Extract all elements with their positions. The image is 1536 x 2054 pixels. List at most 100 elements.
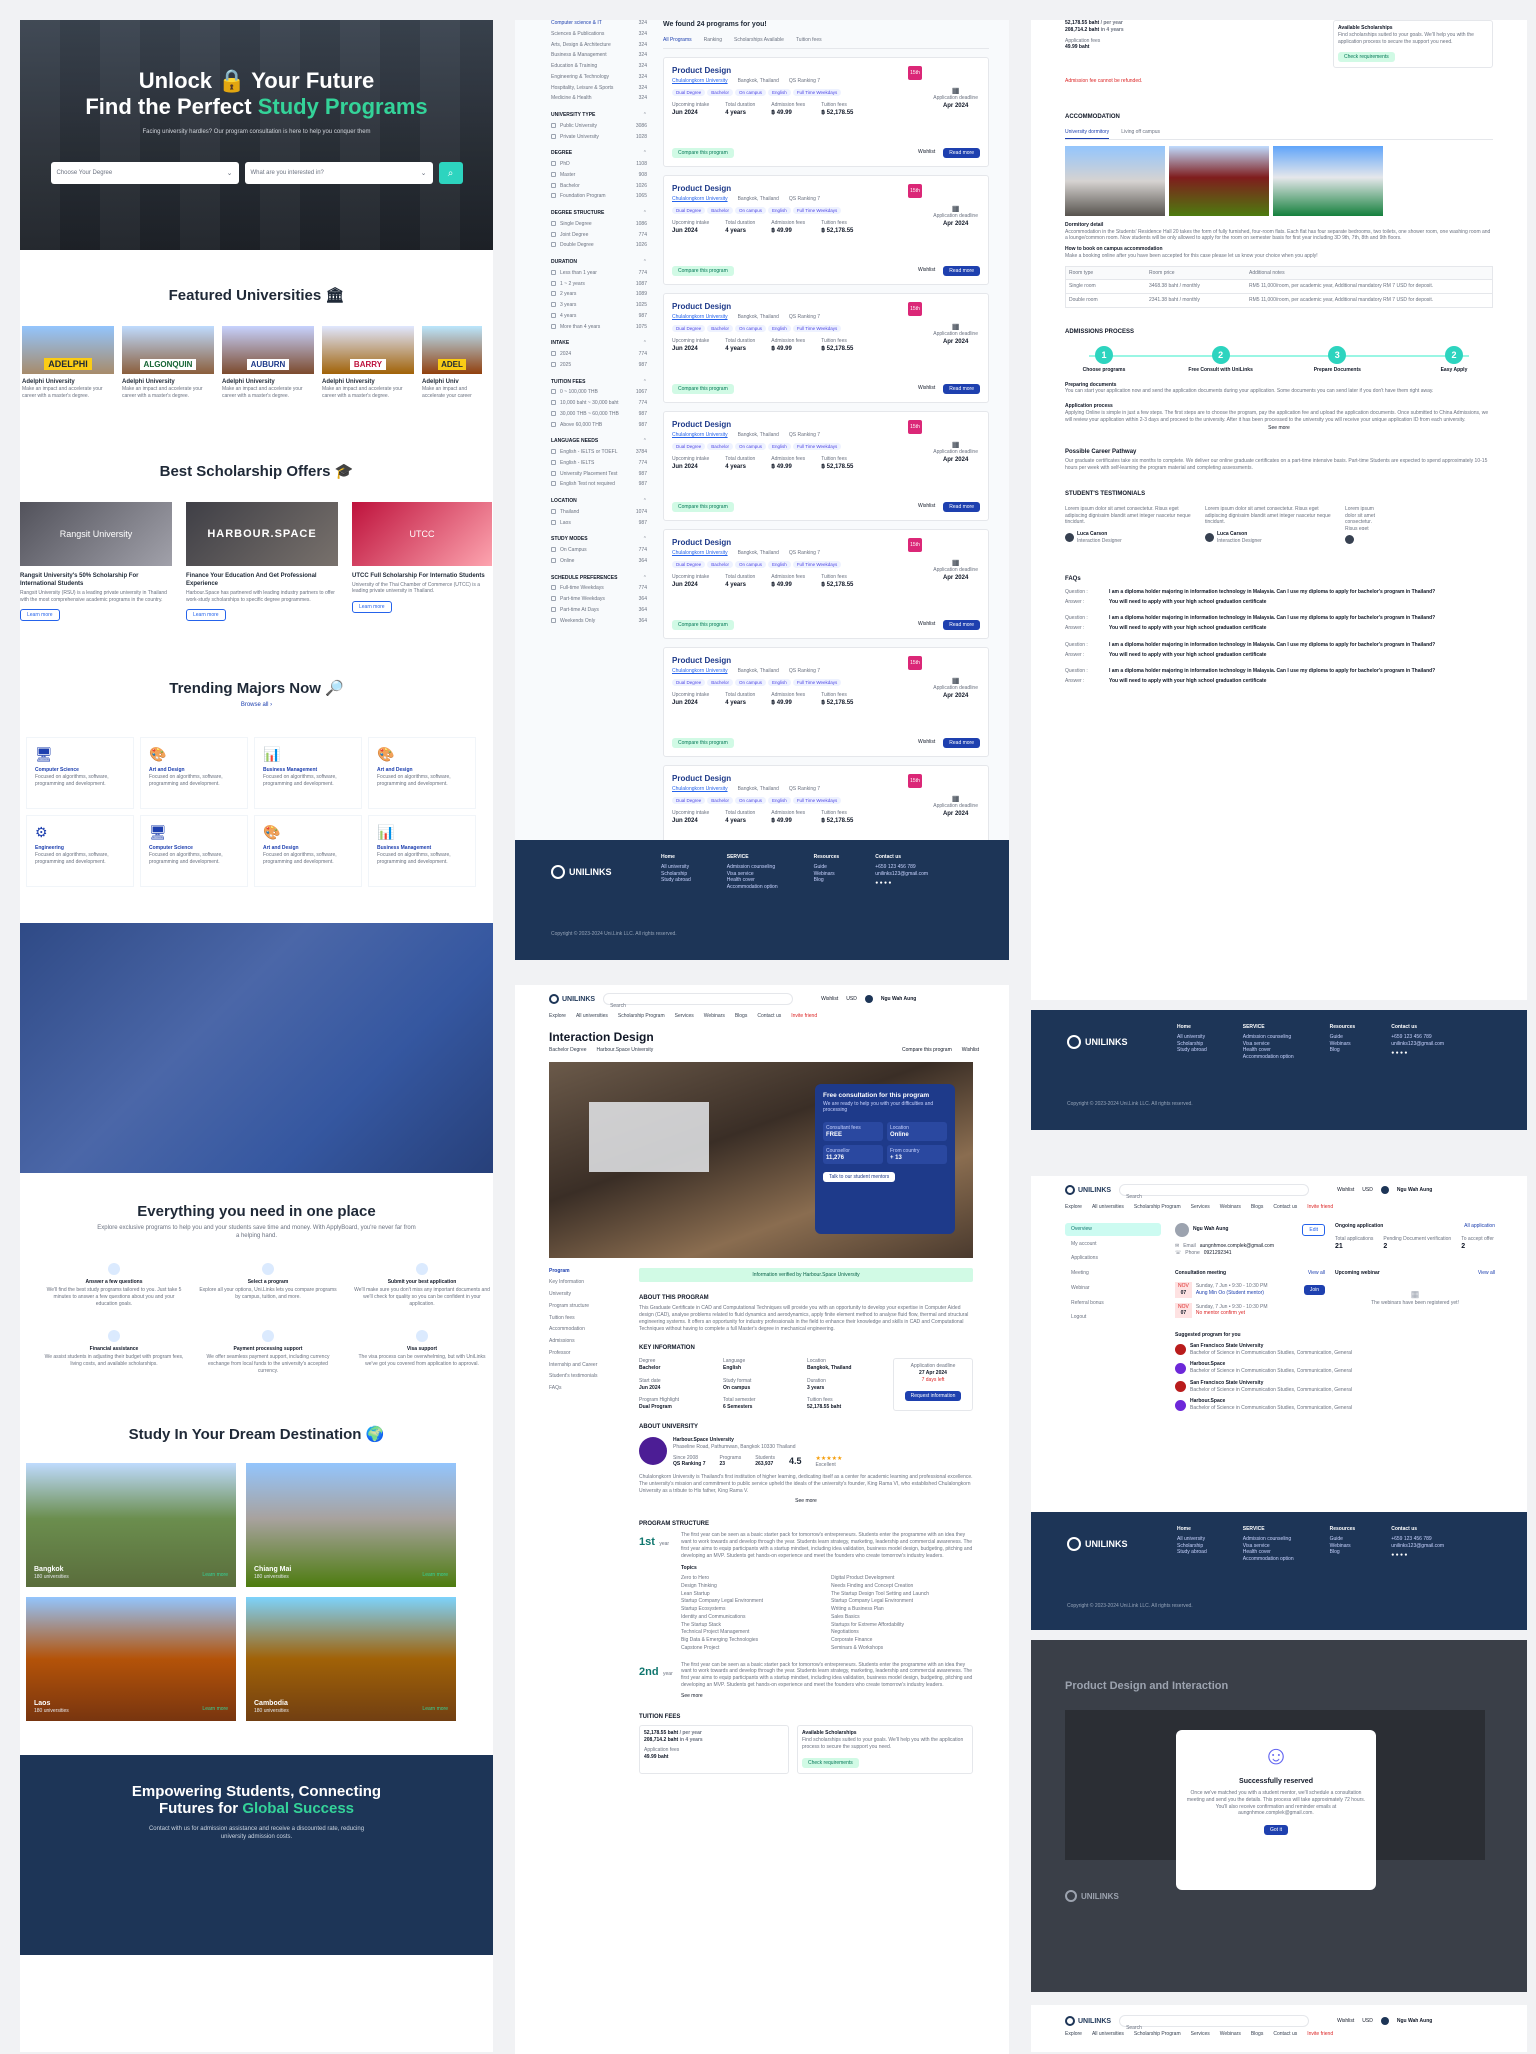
menu-item[interactable]: Invite friend: [1307, 2031, 1333, 2038]
checkbox[interactable]: [551, 481, 556, 487]
destination-card[interactable]: Cambodia 180 universities Learn more: [246, 1596, 456, 1721]
faq-question[interactable]: Question : I am a diploma holder majoring…: [1065, 615, 1493, 622]
filter-option[interactable]: Sciences & Publications 324: [551, 31, 647, 38]
destination-card[interactable]: Laos 180 universities Learn more: [26, 1596, 236, 1721]
wishlist-button[interactable]: Wishlist: [918, 621, 935, 628]
menu-item[interactable]: Webinars: [1220, 1204, 1241, 1211]
checkbox[interactable]: [551, 361, 556, 367]
footer-link[interactable]: Study abroad: [1177, 1047, 1207, 1054]
detail-sidebar-item[interactable]: Accommodation: [549, 1326, 639, 1333]
program-card[interactable]: Product Design Chulalongkorn University Ba…: [663, 292, 989, 403]
read-more-button[interactable]: Read more: [943, 147, 980, 158]
footer-link[interactable]: Webinars: [1330, 1543, 1356, 1550]
wishlist-button[interactable]: Wishlist: [962, 1047, 979, 1054]
checkbox[interactable]: [551, 161, 556, 167]
footer-link[interactable]: All university: [1177, 1536, 1207, 1543]
university-card[interactable]: ALGONQUIN Adelphi University Make an impac…: [122, 326, 214, 400]
menu-item[interactable]: Webinars: [1220, 2031, 1241, 2038]
talk-mentor-button[interactable]: Talk to our student mentors: [823, 1171, 896, 1182]
dashboard-menu-item[interactable]: Applications: [1065, 1252, 1161, 1265]
program-title[interactable]: Product Design: [672, 302, 980, 312]
program-university[interactable]: Chulalongkorn University: [672, 432, 728, 439]
search-input[interactable]: Search: [1119, 2015, 1310, 2031]
filter-checkbox[interactable]: Full-time Weekdays 774: [551, 585, 647, 592]
detail-sidebar-item[interactable]: Admissions: [549, 1338, 639, 1345]
checkbox[interactable]: [551, 351, 556, 357]
detail-sidebar-item[interactable]: Key Information: [549, 1279, 639, 1286]
menu-item[interactable]: Scholarship Program: [618, 1013, 665, 1020]
user-name[interactable]: Ngu Wah Aung: [881, 996, 916, 1003]
checkbox[interactable]: [551, 547, 556, 553]
dashboard-menu-item[interactable]: Logout: [1065, 1311, 1161, 1324]
filter-group-header[interactable]: TUITION FEES ⌃: [551, 379, 647, 386]
filter-option[interactable]: Hospitality, Leisure & Sports 324: [551, 85, 647, 92]
compare-link[interactable]: Compare this program: [902, 1047, 952, 1054]
filter-checkbox[interactable]: 2 years 1089: [551, 291, 647, 298]
menu-item[interactable]: Services: [1191, 1204, 1210, 1211]
filter-checkbox[interactable]: Online 364: [551, 558, 647, 565]
footer-link[interactable]: Blog: [1330, 1549, 1356, 1556]
learn-more-link[interactable]: Learn more: [202, 1572, 228, 1579]
avatar[interactable]: [1380, 1186, 1389, 1194]
check-requirements-button[interactable]: Check requirements: [1338, 52, 1395, 63]
major-card[interactable]: ⚙ Engineering Focused on algorithms, softw…: [26, 815, 134, 888]
filter-checkbox[interactable]: Public University 3086: [551, 123, 647, 130]
checkbox[interactable]: [551, 585, 556, 591]
footer-link[interactable]: Admission counseling: [1243, 1034, 1294, 1041]
footer-link[interactable]: Webinars: [814, 871, 840, 878]
checkbox[interactable]: [551, 280, 556, 286]
checkbox[interactable]: [551, 389, 556, 395]
filter-checkbox[interactable]: Double Degree 1026: [551, 242, 647, 249]
footer-link[interactable]: Accommodation option: [727, 884, 778, 891]
checkbox[interactable]: [551, 449, 556, 455]
filter-group-header[interactable]: SCHEDULE PREFERENCES ⌃: [551, 575, 647, 582]
filter-group-header[interactable]: DEGREE STRUCTURE ⌃: [551, 210, 647, 217]
edit-profile-button[interactable]: Edit: [1302, 1223, 1325, 1236]
checkbox[interactable]: [551, 323, 556, 329]
wishlist-button[interactable]: Wishlist: [918, 503, 935, 510]
checkbox[interactable]: [551, 193, 556, 199]
filter-checkbox[interactable]: Bachelor 1026: [551, 183, 647, 190]
dashboard-menu-item[interactable]: Referral bonus: [1065, 1297, 1161, 1310]
program-title[interactable]: Product Design: [672, 184, 980, 194]
join-button[interactable]: Join: [1303, 1284, 1325, 1295]
major-card[interactable]: 📊 Business Management Focused on algorithm…: [254, 737, 362, 810]
tab-off-campus[interactable]: Living off campus: [1121, 129, 1160, 139]
footer-link[interactable]: Blog: [1330, 1047, 1356, 1054]
browse-all-link[interactable]: Browse all ›: [20, 701, 493, 709]
checkbox[interactable]: [551, 459, 556, 465]
filter-checkbox[interactable]: Thailand 1074: [551, 509, 647, 516]
footer-logo[interactable]: UNILINKS: [551, 854, 631, 891]
checkbox[interactable]: [551, 171, 556, 177]
filter-option[interactable]: Medicine & Health 324: [551, 95, 647, 102]
footer-link[interactable]: Guide: [1330, 1034, 1356, 1041]
see-more-link[interactable]: See more: [681, 1693, 973, 1700]
compare-button[interactable]: Compare this program: [672, 501, 734, 512]
footer-link[interactable]: Guide: [814, 864, 840, 871]
dashboard-menu-item[interactable]: My account: [1065, 1238, 1161, 1251]
avatar[interactable]: [864, 995, 873, 1003]
currency-select[interactable]: USD: [846, 996, 857, 1003]
program-university[interactable]: Chulalongkorn University: [672, 196, 728, 203]
checkbox[interactable]: [551, 470, 556, 476]
site-logo[interactable]: UNILINKS: [1065, 2016, 1111, 2026]
request-info-button[interactable]: Request information: [904, 1390, 962, 1401]
filter-checkbox[interactable]: More than 4 years 1075: [551, 324, 647, 331]
dashboard-menu-item[interactable]: Overview: [1065, 1222, 1161, 1236]
filter-checkbox[interactable]: English Test not required 987: [551, 481, 647, 488]
menu-item[interactable]: Scholarship Program: [1134, 1204, 1181, 1211]
university-card[interactable]: ADEL Adelphi Univ Make an impact and accel…: [422, 326, 482, 400]
degree-select[interactable]: Choose Your Degree ⌄: [50, 162, 239, 185]
compare-button[interactable]: Compare this program: [672, 383, 734, 394]
program-university[interactable]: Chulalongkorn University: [672, 668, 728, 675]
filter-checkbox[interactable]: Foundation Program 1065: [551, 193, 647, 200]
currency-select[interactable]: USD: [1362, 1187, 1373, 1194]
checkbox[interactable]: [551, 291, 556, 297]
filter-checkbox[interactable]: Part-time At Days 364: [551, 607, 647, 614]
program-title[interactable]: Product Design: [672, 656, 980, 666]
program-card[interactable]: Product Design Chulalongkorn University Ba…: [663, 410, 989, 521]
faq-question[interactable]: Question : I am a diploma holder majoring…: [1065, 668, 1493, 675]
university-card[interactable]: ADELPHI Adelphi University Make an impact …: [22, 326, 114, 400]
dashboard-menu-item[interactable]: Webinar: [1065, 1282, 1161, 1295]
footer-link[interactable]: Accommodation option: [1243, 1054, 1294, 1061]
